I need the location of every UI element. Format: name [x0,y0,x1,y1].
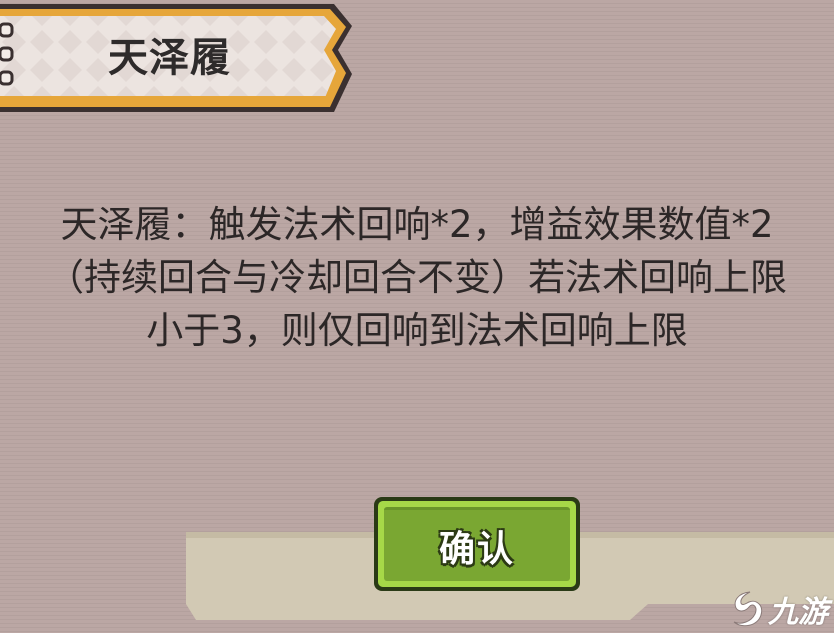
confirm-button-label: 确认 [438,528,515,570]
confirm-button-face: 确认 [384,507,570,581]
confirm-button[interactable]: 确认 [374,497,580,591]
skill-description: 天泽履：触发法术回响*2，增益效果数值*2（持续回合与冷却回合不变）若法术回响上… [47,203,787,352]
skill-title-banner: 天泽履 [0,0,360,120]
confirm-button-rim: 确认 [378,501,576,587]
skill-title: 天泽履 [108,35,231,81]
watermark: 九游 [730,587,828,631]
jiuyou-logo-icon [733,591,763,627]
watermark-text: 九游 [768,595,828,630]
